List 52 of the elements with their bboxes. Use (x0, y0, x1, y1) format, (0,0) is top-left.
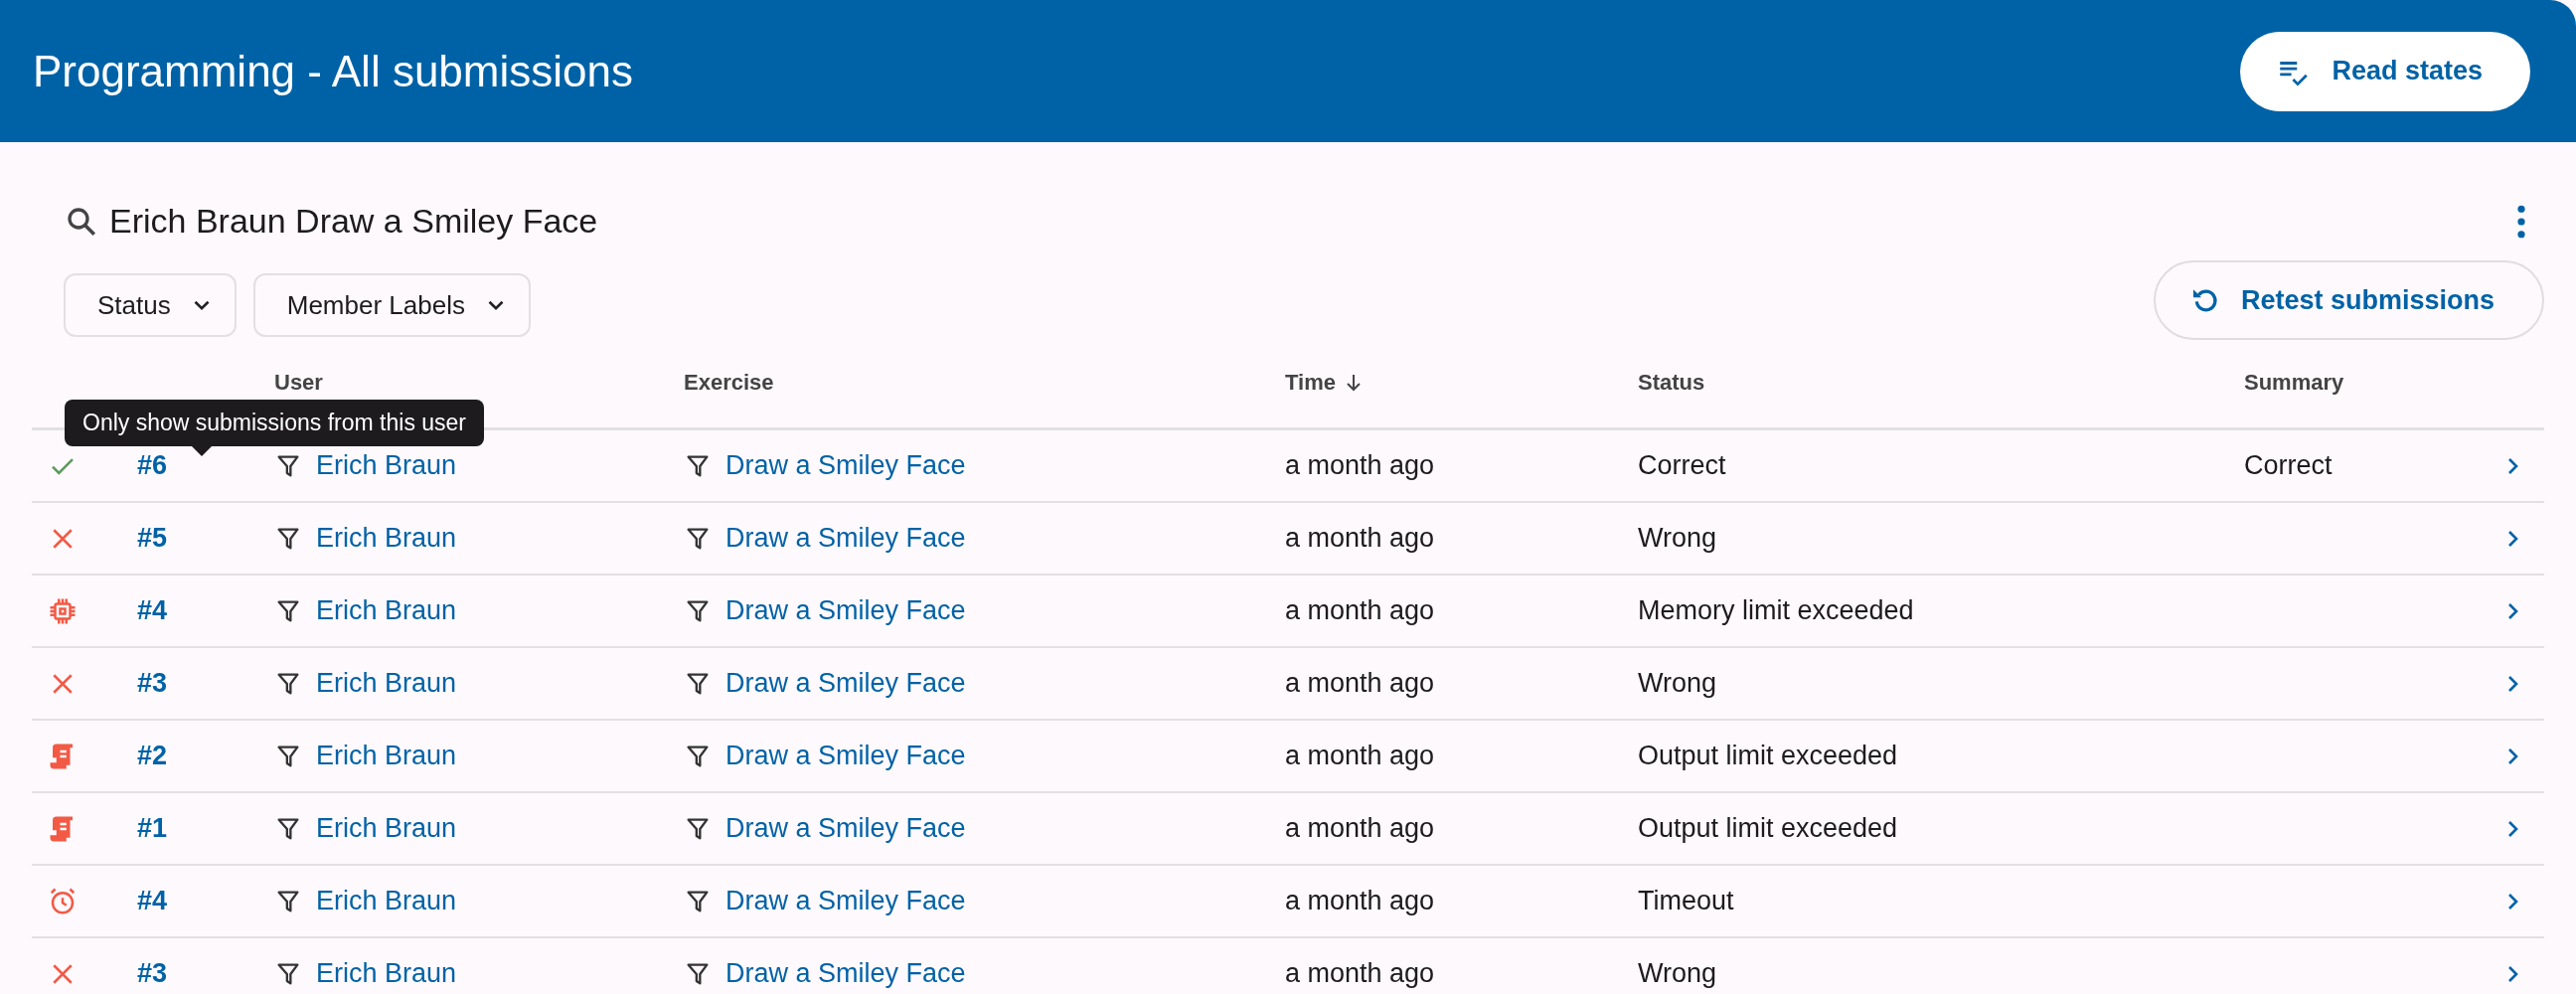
user-link[interactable]: Erich Braun (316, 523, 457, 554)
exercise-link[interactable]: Draw a Smiley Face (725, 886, 966, 916)
exercise-link[interactable]: Draw a Smiley Face (725, 450, 966, 481)
user-link[interactable]: Erich Braun (316, 668, 457, 699)
filter-dropdown[interactable]: Status (64, 273, 237, 337)
status-text: Output limit exceeded (1638, 813, 1898, 844)
summary-text: Correct (2244, 450, 2333, 481)
user-link[interactable]: Erich Braun (316, 741, 457, 771)
user-link[interactable]: Erich Braun (316, 595, 457, 626)
user-link[interactable]: Erich Braun (316, 886, 457, 916)
column-header[interactable]: Time (1285, 370, 1336, 396)
page-title: Programming - All submissions (33, 46, 633, 96)
status-text: Wrong (1638, 958, 1717, 989)
more-options-icon[interactable] (2516, 204, 2526, 239)
submission-link[interactable]: #5 (137, 523, 168, 554)
exercise-link[interactable]: Draw a Smiley Face (725, 595, 966, 626)
user-link[interactable]: Erich Braun (316, 958, 457, 989)
column-header: Status (1638, 370, 1705, 396)
submission-link[interactable]: #3 (137, 958, 168, 989)
submission-link[interactable]: #2 (137, 741, 168, 771)
exercise-link[interactable]: Draw a Smiley Face (725, 668, 966, 699)
user-link[interactable]: Erich Braun (316, 813, 457, 844)
column-header: Exercise (684, 370, 774, 396)
submission-link[interactable]: #3 (137, 668, 168, 699)
read-states-button[interactable]: Read states (2240, 31, 2530, 111)
status-text: Timeout (1638, 886, 1734, 916)
status-text: Wrong (1638, 523, 1717, 554)
submission-link[interactable]: #4 (137, 595, 168, 626)
exercise-link[interactable]: Draw a Smiley Face (725, 958, 966, 989)
status-text: Wrong (1638, 668, 1717, 699)
time-text: a month ago (1285, 958, 1435, 989)
time-text: a month ago (1285, 741, 1435, 771)
status-text: Memory limit exceeded (1638, 595, 1914, 626)
retest-submissions-button[interactable]: Retest submissions (2153, 260, 2544, 340)
submission-link[interactable]: #4 (137, 886, 168, 916)
exercise-link[interactable]: Draw a Smiley Face (725, 813, 966, 844)
status-text: Output limit exceeded (1638, 741, 1898, 771)
time-text: a month ago (1285, 523, 1435, 554)
filter-dropdown[interactable]: Member Labels (252, 273, 531, 337)
column-header: User (274, 370, 323, 396)
search-field[interactable]: Erich Braun Draw a Smiley Face (64, 202, 598, 241)
exercise-link[interactable]: Draw a Smiley Face (725, 741, 966, 771)
time-text: a month ago (1285, 886, 1435, 916)
alarm-clock-icon (48, 886, 78, 916)
submission-link[interactable]: #1 (137, 813, 168, 844)
column-header: Summary (2244, 370, 2344, 396)
time-text: a month ago (1285, 595, 1435, 626)
time-text: a month ago (1285, 668, 1435, 699)
time-text: a month ago (1285, 813, 1435, 844)
exercise-link[interactable]: Draw a Smiley Face (725, 523, 966, 554)
time-text: a month ago (1285, 450, 1435, 481)
status-text: Correct (1638, 450, 1726, 481)
